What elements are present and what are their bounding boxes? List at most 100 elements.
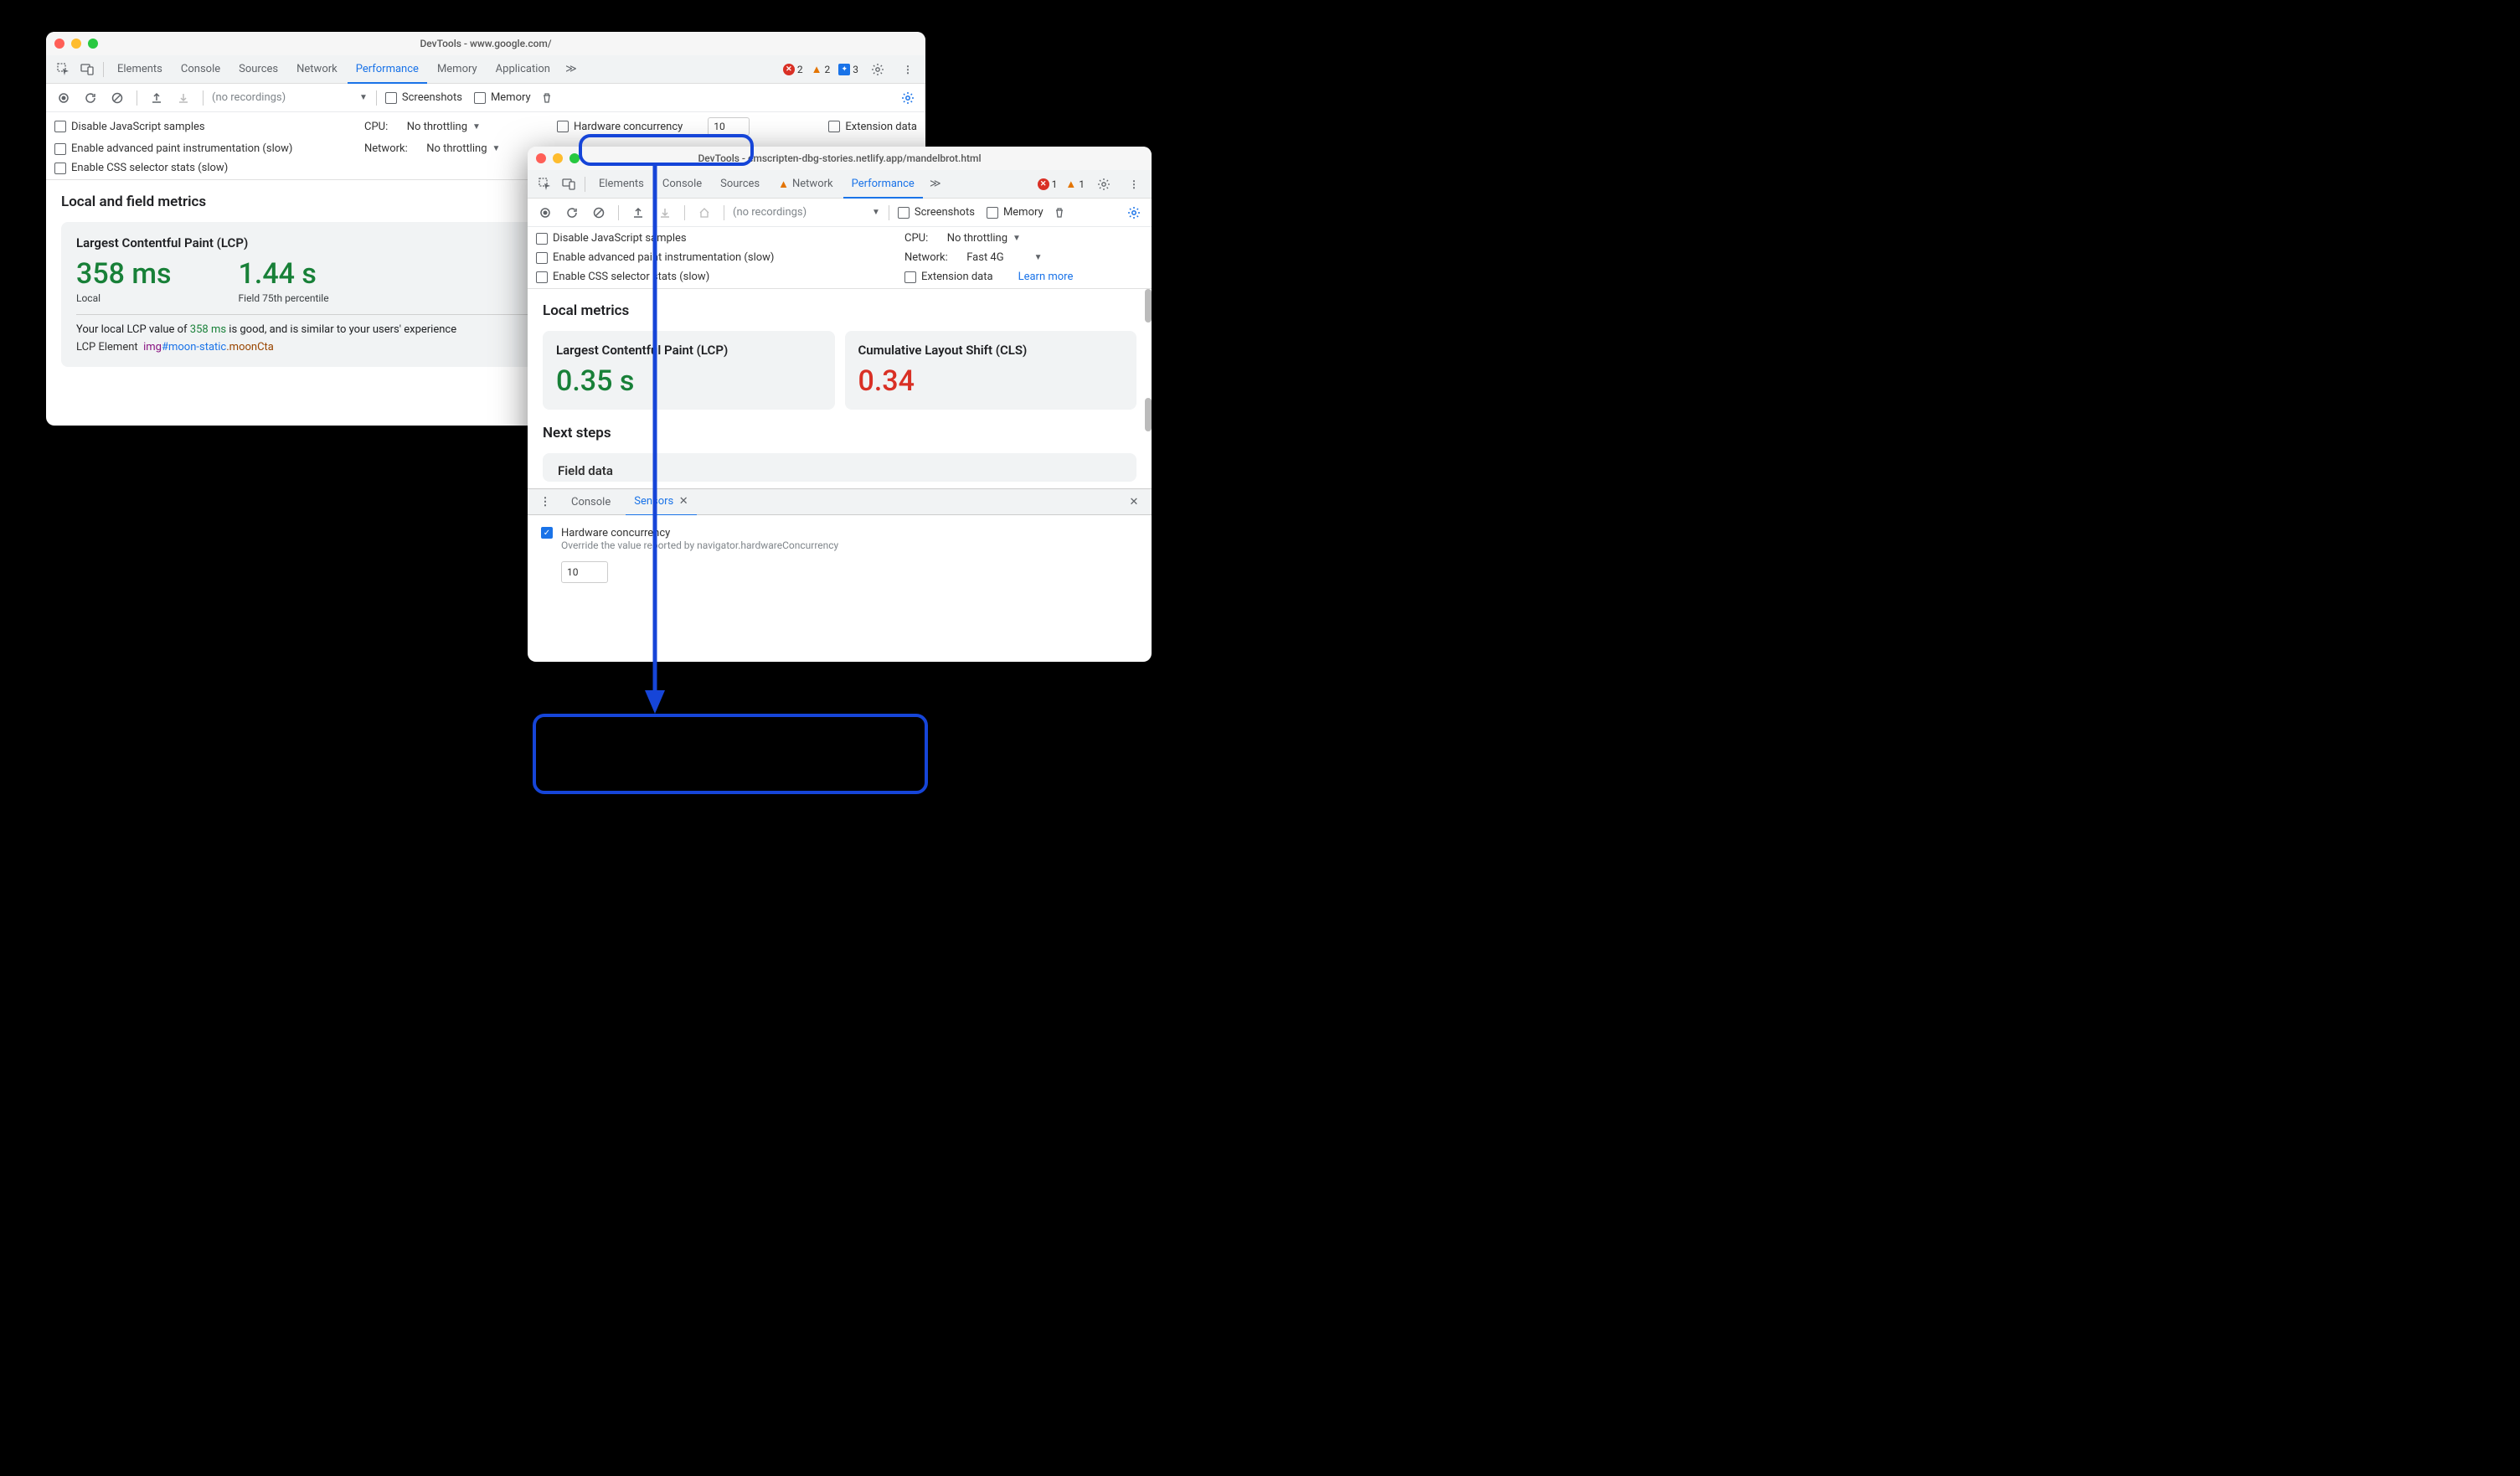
perf-toolbar: (no recordings) ▼ Screenshots Memory bbox=[528, 199, 1152, 227]
record-icon[interactable] bbox=[534, 202, 556, 224]
tab-console[interactable]: Console bbox=[654, 170, 710, 199]
clear-icon[interactable] bbox=[588, 202, 610, 224]
tab-network[interactable]: Network bbox=[288, 55, 346, 84]
extension-data-checkbox[interactable]: Extension data bbox=[904, 271, 993, 283]
hw-concurrency-label: Hardware concurrency bbox=[561, 527, 838, 539]
minimize-icon[interactable] bbox=[71, 39, 81, 49]
cpu-throttle-select[interactable]: CPU: No throttling▼ bbox=[904, 232, 1021, 245]
titlebar: DevTools - emscripten-dbg-stories.netlif… bbox=[528, 147, 1152, 170]
settings-gear-icon[interactable] bbox=[1123, 202, 1145, 224]
status-area: ✕2 ▲2 ✦3 ⋮ bbox=[783, 59, 919, 80]
inspect-icon[interactable] bbox=[534, 173, 556, 195]
tab-sources[interactable]: Sources bbox=[230, 55, 286, 84]
separator bbox=[618, 205, 619, 220]
drawer-tabbar: ⋮ Console Sensors ✕ ✕ bbox=[528, 488, 1152, 515]
minimize-icon[interactable] bbox=[553, 153, 563, 163]
network-throttle-select[interactable]: Network: Fast 4G▼ bbox=[904, 251, 1043, 264]
tab-sources[interactable]: Sources bbox=[712, 170, 768, 199]
home-icon[interactable] bbox=[693, 202, 715, 224]
disable-js-checkbox[interactable]: Disable JavaScript samples bbox=[536, 232, 879, 245]
memory-checkbox[interactable]: Memory bbox=[987, 206, 1044, 219]
extension-data-checkbox[interactable]: Extension data bbox=[828, 121, 917, 133]
settings-gear-icon[interactable] bbox=[897, 87, 919, 109]
next-steps-heading: Next steps bbox=[543, 425, 1136, 441]
close-drawer-icon[interactable]: ✕ bbox=[1123, 491, 1145, 513]
lcp-field-value: 1.44 s bbox=[239, 257, 329, 291]
window-title: DevTools - emscripten-dbg-stories.netlif… bbox=[536, 152, 1143, 164]
disable-js-checkbox[interactable]: Disable JavaScript samples bbox=[54, 121, 339, 133]
kebab-icon[interactable]: ⋮ bbox=[534, 491, 556, 513]
lcp-field-sub: Field 75th percentile bbox=[239, 292, 329, 304]
close-tab-icon[interactable]: ✕ bbox=[679, 495, 688, 508]
paint-instrumentation-checkbox[interactable]: Enable advanced paint instrumentation (s… bbox=[536, 251, 879, 264]
css-stats-checkbox[interactable]: Enable CSS selector stats (slow) bbox=[536, 271, 879, 283]
scrollbar-thumb[interactable] bbox=[1145, 289, 1152, 323]
tab-application[interactable]: Application bbox=[487, 55, 559, 84]
tab-elements[interactable]: Elements bbox=[590, 170, 652, 199]
css-stats-checkbox[interactable]: Enable CSS selector stats (slow) bbox=[54, 162, 228, 174]
drawer-tab-console[interactable]: Console bbox=[563, 488, 619, 515]
device-toggle-icon[interactable] bbox=[558, 173, 580, 195]
trash-icon[interactable] bbox=[536, 87, 558, 109]
inspect-icon[interactable] bbox=[53, 59, 75, 80]
download-icon[interactable] bbox=[173, 87, 194, 109]
close-icon[interactable] bbox=[54, 39, 64, 49]
download-icon[interactable] bbox=[654, 202, 676, 224]
traffic-lights bbox=[54, 39, 98, 49]
clear-icon[interactable] bbox=[106, 87, 128, 109]
hw-concurrency-input[interactable]: 10 bbox=[561, 561, 608, 583]
drawer-tab-sensors[interactable]: Sensors ✕ bbox=[626, 489, 696, 516]
tab-network[interactable]: ▲Network bbox=[770, 170, 841, 199]
tab-console[interactable]: Console bbox=[173, 55, 229, 84]
more-tabs-icon[interactable]: ≫ bbox=[925, 173, 946, 195]
reload-icon[interactable] bbox=[80, 87, 101, 109]
warning-badge[interactable]: ▲2 bbox=[812, 63, 831, 76]
gear-icon[interactable] bbox=[1093, 173, 1115, 195]
upload-icon[interactable] bbox=[146, 87, 167, 109]
tab-memory[interactable]: Memory bbox=[429, 55, 486, 84]
scrollbar-thumb[interactable] bbox=[1145, 398, 1152, 431]
hardware-concurrency-checkbox[interactable]: Hardware concurrency bbox=[557, 121, 683, 133]
paint-instrumentation-checkbox[interactable]: Enable advanced paint instrumentation (s… bbox=[54, 142, 339, 155]
main-tabbar: Elements Console Sources Network Perform… bbox=[46, 55, 925, 84]
hw-concurrency-checkbox[interactable]: ✓ bbox=[541, 527, 553, 539]
zoom-icon[interactable] bbox=[569, 153, 580, 163]
more-tabs-icon[interactable]: ≫ bbox=[560, 59, 582, 80]
metrics-heading: Local metrics bbox=[543, 302, 1136, 319]
drawer-body: ✓ Hardware concurrency Override the valu… bbox=[528, 515, 1152, 595]
record-icon[interactable] bbox=[53, 87, 75, 109]
separator bbox=[203, 90, 204, 106]
recordings-select[interactable]: (no recordings) bbox=[212, 91, 354, 104]
lcp-element-tag[interactable]: img bbox=[143, 341, 162, 354]
network-throttle-select[interactable]: Network: No throttling▼ bbox=[364, 142, 500, 155]
kebab-icon[interactable]: ⋮ bbox=[897, 59, 919, 80]
chevron-down-icon[interactable]: ▼ bbox=[872, 208, 880, 217]
memory-checkbox[interactable]: Memory bbox=[474, 91, 531, 104]
info-badge[interactable]: ✦3 bbox=[838, 64, 858, 75]
chevron-down-icon[interactable]: ▼ bbox=[359, 93, 368, 102]
screenshots-checkbox[interactable]: Screenshots bbox=[898, 206, 975, 219]
lcp-local: 358 ms Local bbox=[76, 257, 172, 304]
gear-icon[interactable] bbox=[867, 59, 889, 80]
device-toggle-icon[interactable] bbox=[76, 59, 98, 80]
kebab-icon[interactable]: ⋮ bbox=[1123, 173, 1145, 195]
recordings-select[interactable]: (no recordings) bbox=[733, 206, 867, 219]
zoom-icon[interactable] bbox=[88, 39, 98, 49]
cls-title: Cumulative Layout Shift (CLS) bbox=[858, 343, 1124, 358]
screenshots-checkbox[interactable]: Screenshots bbox=[385, 91, 462, 104]
reload-icon[interactable] bbox=[561, 202, 583, 224]
error-badge[interactable]: ✕1 bbox=[1038, 178, 1058, 190]
status-area: ✕1 ▲1 ⋮ bbox=[1038, 173, 1145, 195]
tab-performance[interactable]: Performance bbox=[348, 55, 427, 84]
upload-icon[interactable] bbox=[627, 202, 649, 224]
separator bbox=[376, 90, 377, 106]
error-badge[interactable]: ✕2 bbox=[783, 64, 803, 75]
hardware-concurrency-input[interactable]: 10 bbox=[708, 117, 750, 136]
tab-elements[interactable]: Elements bbox=[109, 55, 171, 84]
tab-performance[interactable]: Performance bbox=[843, 170, 923, 199]
learn-more-link[interactable]: Learn more bbox=[1018, 271, 1074, 283]
close-icon[interactable] bbox=[536, 153, 546, 163]
warning-badge[interactable]: ▲1 bbox=[1065, 178, 1085, 191]
trash-icon[interactable] bbox=[1049, 202, 1070, 224]
cpu-throttle-select[interactable]: CPU: No throttling▼ bbox=[364, 121, 532, 133]
